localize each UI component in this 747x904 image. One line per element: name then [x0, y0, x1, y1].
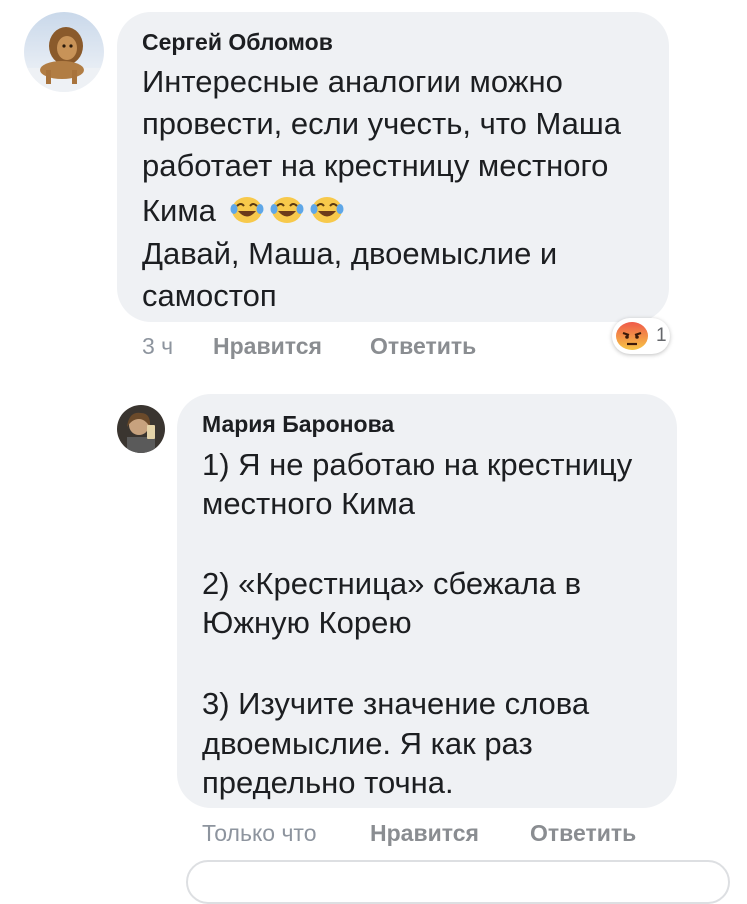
comment-author[interactable]: Сергей Обломов [142, 29, 333, 56]
reaction-count: 1 [656, 325, 667, 346]
comment-text-line: самостоп [142, 278, 277, 313]
reply-button[interactable]: Ответить [370, 333, 476, 360]
comment-text-fragment: Кима [142, 193, 216, 228]
avatar[interactable] [117, 405, 165, 453]
reply-input-box[interactable] [186, 860, 730, 904]
comment-text-line: провести, если учесть, что Маша [142, 106, 621, 141]
selfie-photo-icon [117, 405, 165, 453]
comment-text-line: Южную Корею [202, 605, 412, 640]
comment-text-line: работает на крестницу местного [142, 148, 609, 183]
comment-text-line: 3) Изучите значение слова [202, 686, 590, 721]
comment-time[interactable]: 3 ч [142, 333, 173, 360]
angry-reaction-icon [615, 321, 649, 356]
comment-author[interactable]: Мария Баронова [202, 411, 394, 438]
comment-text-line: 2) «Крестница» сбежала в [202, 566, 582, 601]
comment-text-line: предельно точна. [202, 765, 454, 800]
reaction-summary[interactable]: 1 [612, 318, 670, 354]
lion-photo-icon [24, 12, 104, 92]
tears-of-joy-icon [269, 194, 305, 232]
avatar[interactable] [24, 12, 104, 92]
comment-text-line: местного Кима [202, 486, 416, 521]
comment-text-line: Интересные аналогии можно [142, 64, 563, 99]
tears-of-joy-icon [229, 194, 265, 232]
comment-text-line-with-emoji: Кима [142, 193, 345, 232]
like-button[interactable]: Нравится [213, 333, 322, 360]
tears-of-joy-icon [309, 194, 345, 232]
comment-text-line: двоемыслие. Я как раз [202, 726, 533, 761]
reply-button[interactable]: Ответить [530, 820, 636, 847]
comment-time[interactable]: Только что [202, 820, 317, 847]
comment-text-line: Давай, Маша, двоемыслие и [142, 236, 558, 271]
like-button[interactable]: Нравится [370, 820, 479, 847]
comment-text-line: 1) Я не работаю на крестницу [202, 447, 633, 482]
